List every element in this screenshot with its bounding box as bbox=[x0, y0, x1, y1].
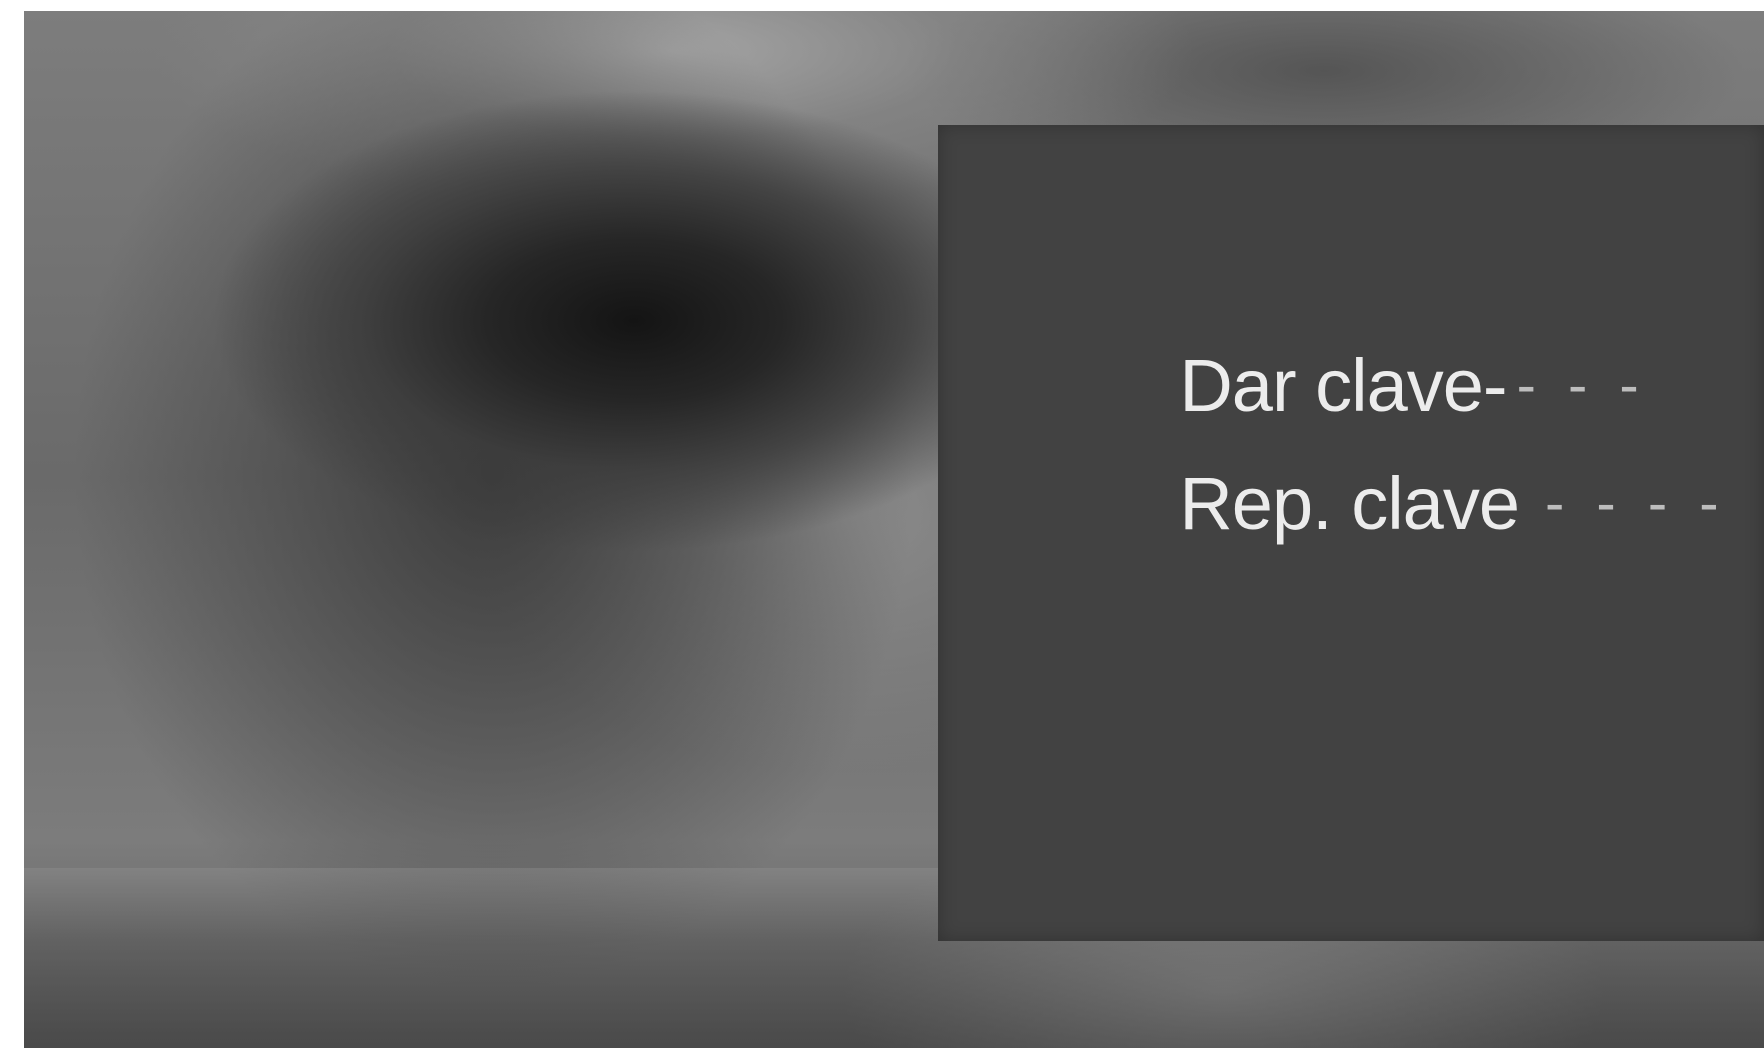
repeat-code-label: Rep. clave bbox=[1179, 462, 1520, 545]
video-background: Dar clave- - - - Rep. clave - - - - bbox=[24, 11, 1764, 1048]
repeat-code-row[interactable]: Rep. clave - - - - bbox=[1062, 393, 1727, 615]
repeat-code-input[interactable]: - - - - bbox=[1545, 471, 1727, 536]
password-osd-panel: Dar clave- - - - Rep. clave - - - - bbox=[938, 125, 1764, 941]
